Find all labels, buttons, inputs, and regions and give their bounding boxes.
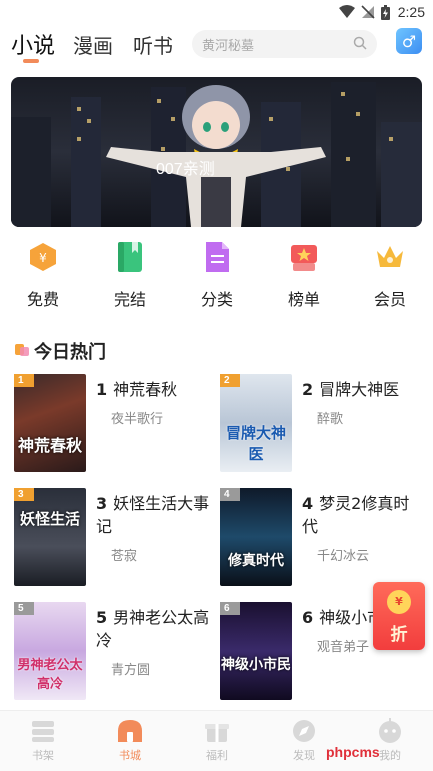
quick-entries: ¥ 免费 完结 分类 榜单 会员: [0, 240, 433, 316]
book-card[interactable]: 冒牌大神医 2 2 冒牌大神医 醉歌: [220, 374, 420, 474]
book-title: 梦灵2修真时代: [302, 494, 410, 536]
nav-bookshelf[interactable]: 书架: [13, 717, 73, 763]
bookshelf-icon: [29, 717, 57, 745]
rank-badge: 1: [14, 374, 34, 387]
book-title: 神荒春秋: [113, 380, 178, 399]
active-tab-indicator: [23, 59, 39, 63]
profile-icon: [376, 717, 404, 745]
book-title: 男神老公太高冷: [96, 608, 210, 650]
tab-comic[interactable]: 漫画: [73, 30, 113, 59]
book-card[interactable]: 神荒春秋 1 1 神荒春秋 夜半歌行: [14, 374, 214, 474]
cover-title: 神级小市民: [221, 657, 291, 673]
battery-charging-icon: [380, 4, 390, 20]
rank-badge: 2: [220, 374, 240, 387]
cover-title: 冒牌大神医: [225, 424, 286, 463]
book-author: 醉歌: [317, 412, 344, 427]
rank-badge: 4: [220, 488, 240, 501]
book-number: 4: [302, 494, 314, 513]
svg-text:¥: ¥: [39, 251, 47, 265]
book-cover: 妖怪生活: [14, 488, 86, 586]
nav-store[interactable]: 书城: [100, 717, 160, 763]
coin-icon: ¥: [387, 590, 411, 614]
book-card[interactable]: 男神老公太高冷 5 5 男神老公太高冷 青方圆: [14, 602, 214, 702]
book-author: 苍寂: [111, 549, 138, 564]
quick-entry-ranking[interactable]: 榜单: [274, 240, 334, 310]
watermark: phpcms: [326, 744, 380, 760]
book-cover: 冒牌大神医: [220, 374, 292, 472]
male-icon[interactable]: ♂: [396, 28, 422, 54]
cover-title: 男神老公太高冷: [17, 658, 83, 692]
rank-badge: 5: [14, 602, 34, 615]
nav-label: 福利: [206, 749, 228, 762]
nav-discover[interactable]: 发现: [274, 717, 334, 763]
status-time: 2:25: [397, 4, 425, 20]
book-title: 冒牌大神医: [319, 380, 400, 399]
book-cover: 神荒春秋: [14, 374, 86, 472]
coin-hexagon-icon: ¥: [26, 240, 60, 274]
book-number: 2: [302, 380, 314, 399]
section-header: 今日热门: [14, 338, 106, 364]
red-envelope-button[interactable]: ¥ 折: [373, 582, 425, 650]
document-icon: [200, 240, 234, 274]
top-nav: 小说 漫画 听书 黄河秘墓 ♂: [0, 26, 433, 66]
book-cover: 神级小市民: [220, 602, 292, 700]
quick-entry-finished[interactable]: 完结: [100, 240, 160, 310]
signal-off-icon: [361, 5, 375, 19]
nav-label: 书架: [32, 749, 54, 762]
book-title: 妖怪生活大事记: [96, 494, 210, 536]
cover-title: 修真时代: [228, 553, 284, 569]
banner-carousel[interactable]: 007亲测: [11, 77, 422, 227]
search-placeholder: 黄河秘墓: [202, 38, 255, 54]
search-icon[interactable]: [353, 35, 367, 54]
rank-badge: 3: [14, 488, 34, 501]
quick-entry-label: 榜单: [287, 290, 320, 309]
status-bar: 2:25: [0, 0, 433, 24]
rank-badge: 6: [220, 602, 240, 615]
book-number: 5: [96, 608, 108, 627]
book-card[interactable]: 妖怪生活 3 3 妖怪生活大事记 苍寂: [14, 488, 214, 588]
book-number: 6: [302, 608, 314, 627]
quick-entry-label: 会员: [373, 290, 406, 309]
section-title: 今日热门: [34, 342, 106, 363]
book-number: 3: [96, 494, 108, 513]
discover-icon: [290, 717, 318, 745]
search-input[interactable]: 黄河秘墓: [192, 30, 377, 58]
wifi-icon: [338, 5, 355, 19]
cover-title: 妖怪生活: [19, 510, 80, 528]
crown-icon: [373, 240, 407, 274]
banner-illustration: [11, 82, 422, 227]
banner-caption: 007亲测: [156, 161, 215, 178]
quick-entry-category[interactable]: 分类: [187, 240, 247, 310]
nav-label: 发现: [293, 749, 315, 762]
red-envelope-label: 折: [390, 625, 408, 645]
quick-entry-free[interactable]: ¥ 免费: [13, 240, 73, 310]
store-icon: [116, 717, 144, 745]
book-number: 1: [96, 380, 108, 399]
quick-entry-membership[interactable]: 会员: [360, 240, 420, 310]
book-card[interactable]: 修真时代 4 4 梦灵2修真时代 千幻冰云: [220, 488, 420, 588]
bottom-nav: 书架 书城 福利 发现 我的: [0, 710, 433, 771]
book-icon: [113, 240, 147, 274]
book-author: 千幻冰云: [317, 549, 370, 564]
book-author: 夜半歌行: [111, 412, 164, 427]
book-cover: 修真时代: [220, 488, 292, 586]
star-ribbon-icon: [287, 240, 321, 274]
gift-icon: [203, 717, 231, 745]
book-cover: 男神老公太高冷: [14, 602, 86, 700]
book-author: 青方圆: [111, 663, 151, 678]
nav-welfare[interactable]: 福利: [187, 717, 247, 763]
hot-flag-icon: [14, 341, 30, 361]
cover-title: 神荒春秋: [17, 436, 82, 455]
tab-audiobook[interactable]: 听书: [133, 30, 173, 59]
tab-novel[interactable]: 小说: [11, 28, 55, 60]
quick-entry-label: 完结: [113, 290, 146, 309]
nav-label: 书城: [119, 749, 141, 762]
quick-entry-label: 免费: [26, 290, 59, 309]
quick-entry-label: 分类: [200, 290, 233, 309]
